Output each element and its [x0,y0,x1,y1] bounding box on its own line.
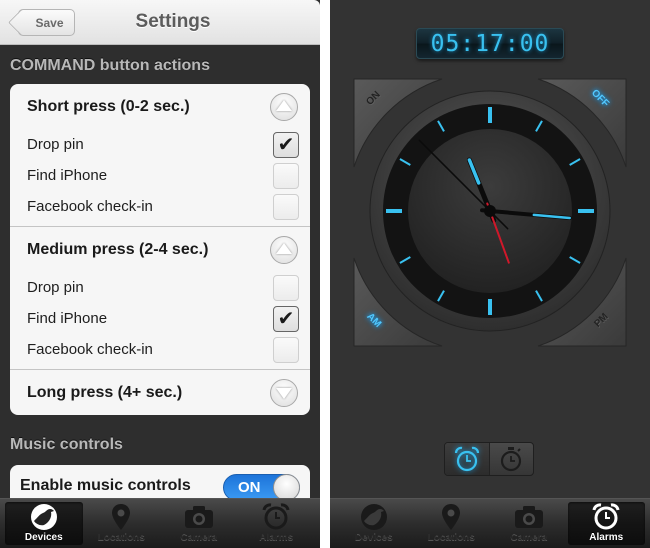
option-checkbox[interactable] [273,193,299,220]
command-section-header: COMMAND button actions [10,57,210,74]
stopwatch-icon [501,447,522,472]
center-pin [484,205,496,217]
group-header[interactable]: Medium press (2-4 sec.) [10,227,310,272]
toggle-knob [273,473,300,501]
tab-label: Devices [24,532,63,543]
mode-switch [444,442,534,476]
chevron-down-icon [276,388,292,399]
alarm-screen: 05:17:00 ON OFF AM PM Devices Locations … [330,0,650,548]
group-title: Medium press (2-4 sec.) [27,240,209,258]
tab-camera[interactable]: Camera [160,502,238,545]
collapse-button[interactable] [270,92,298,121]
option-checkbox[interactable]: ✔ [273,305,299,332]
group-header[interactable]: Short press (0-2 sec.) [10,84,310,129]
camera-icon [513,502,545,532]
press-group-short: Short press (0-2 sec.) Drop pin ✔ Find i… [10,84,310,227]
alarm-clock-icon [590,502,622,532]
option-checkbox[interactable] [273,336,299,363]
option-row[interactable]: Facebook check-in [10,334,310,365]
press-group-long: Long press (4+ sec.) [10,370,310,415]
option-label: Facebook check-in [27,341,153,358]
tab-devices[interactable]: Devices [335,502,413,545]
tab-label: Alarms [589,532,624,543]
chevron-up-icon [276,243,292,254]
option-row[interactable]: Find iPhone [10,160,310,191]
bird-icon [28,502,60,532]
toggle-state-label: ON [238,478,261,496]
group-title: Long press (4+ sec.) [27,383,183,401]
tab-locations[interactable]: Locations [83,502,161,545]
expand-button[interactable] [270,378,298,407]
collapse-button[interactable] [270,235,298,264]
tab-label: Locations [97,532,145,543]
tab-alarms[interactable]: Alarms [238,502,316,545]
option-checkbox[interactable] [273,274,299,301]
music-controls-label: Enable music controls [20,477,191,494]
tab-bar: Devices Locations Camera Alarms [330,498,650,548]
group-title: Short press (0-2 sec.) [27,97,190,115]
bird-icon [358,502,390,532]
tab-label: Camera [510,532,548,543]
music-controls-toggle[interactable]: ON [223,473,300,501]
tab-alarms[interactable]: Alarms [567,502,645,545]
tab-locations[interactable]: Locations [413,502,491,545]
option-row[interactable]: Drop pin ✔ [10,129,310,160]
settings-screen: Save Settings COMMAND button actions Sho… [0,0,320,548]
option-row[interactable]: Find iPhone ✔ [10,303,310,334]
option-checkbox[interactable] [273,162,299,189]
tab-bar: Devices Locations Camera Alarms [0,498,320,548]
option-row[interactable]: Facebook check-in [10,191,310,222]
save-button-label: Save [35,15,64,30]
stopwatch-mode-button[interactable] [488,443,534,475]
tab-label: Devices [354,532,393,543]
option-row[interactable]: Drop pin [10,272,310,303]
tab-label: Locations [427,532,475,543]
tab-camera[interactable]: Camera [490,502,568,545]
tab-devices[interactable]: Devices [5,502,83,545]
digital-time-display: 05:17:00 [416,28,564,59]
option-checkbox[interactable]: ✔ [273,131,299,158]
option-label: Drop pin [27,136,84,153]
alarm-clock-icon [260,502,292,532]
option-label: Find iPhone [27,310,108,327]
camera-icon [183,502,215,532]
command-actions-card: Short press (0-2 sec.) Drop pin ✔ Find i… [10,84,310,415]
press-group-medium: Medium press (2-4 sec.) Drop pin Find iP… [10,227,310,370]
chevron-up-icon [276,100,292,111]
tab-label: Camera [180,532,218,543]
analog-clock-panel: ON OFF AM PM [350,75,630,350]
option-label: Facebook check-in [27,198,153,215]
option-label: Drop pin [27,279,84,296]
map-pin-icon [435,502,467,532]
map-pin-icon [105,502,137,532]
group-header[interactable]: Long press (4+ sec.) [10,370,310,415]
analog-clock [353,78,627,347]
tab-label: Alarms [259,532,294,543]
alarm-mode-button[interactable] [445,443,489,475]
music-section-header: Music controls [10,436,123,453]
navigation-bar: Save Settings [0,0,320,45]
option-label: Find iPhone [27,167,108,184]
alarm-clock-icon [454,446,479,472]
